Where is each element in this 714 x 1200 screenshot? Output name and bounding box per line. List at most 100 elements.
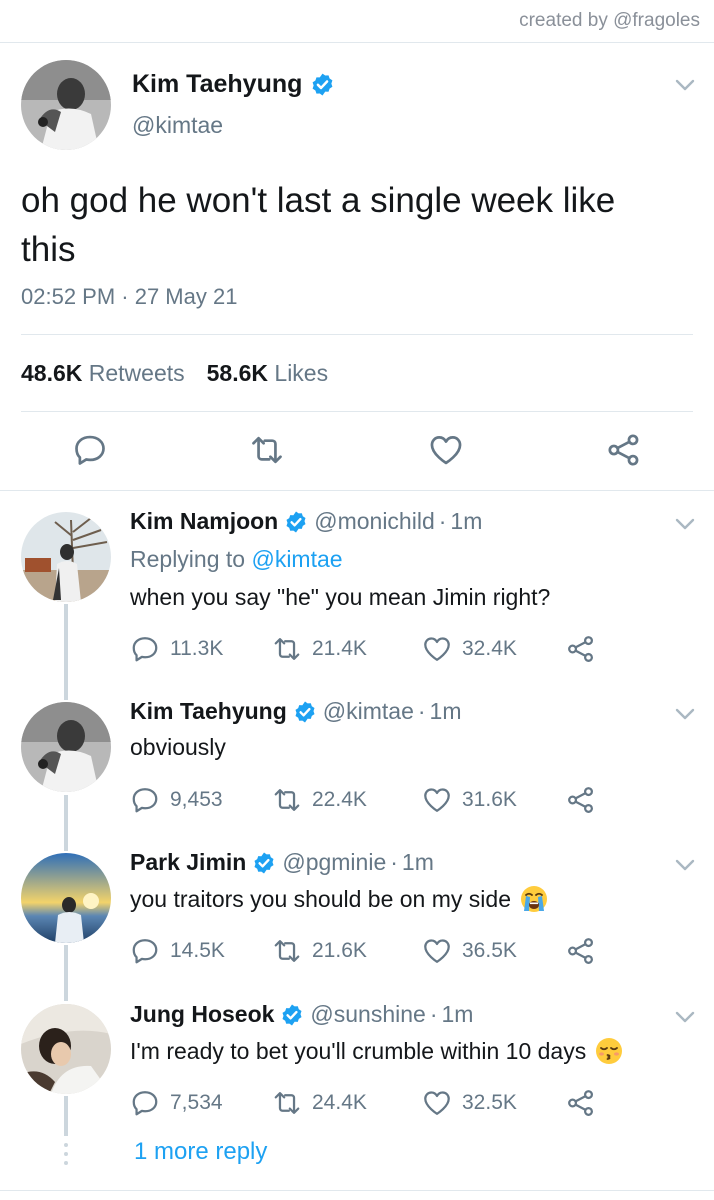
- divider: [21, 334, 693, 335]
- reply-text-row: I'm ready to bet you'll crumble within 1…: [130, 1036, 624, 1066]
- retweet-icon: [272, 936, 302, 966]
- separator: ·: [438, 508, 447, 534]
- heart-icon: [422, 936, 452, 966]
- author-name[interactable]: Kim Taehyung: [132, 70, 302, 99]
- retweet-count: 21.4K: [312, 637, 367, 660]
- credit-text: created by @fragoles: [519, 10, 700, 31]
- chevron-down-icon[interactable]: [672, 705, 698, 723]
- replying-label: Replying to: [130, 546, 246, 572]
- author-handle[interactable]: @pgminie: [282, 849, 386, 876]
- chevron-down-icon[interactable]: [672, 1008, 698, 1026]
- thread-line: [64, 604, 68, 700]
- retweets-stat[interactable]: 48.6K Retweets: [21, 360, 185, 387]
- reply-icon: [130, 1088, 160, 1118]
- reply-text: I'm ready to bet you'll crumble within 1…: [130, 1037, 587, 1064]
- like-count: 32.4K: [462, 637, 517, 660]
- retweet-button[interactable]: 22.4K: [272, 785, 367, 815]
- divider: [0, 1190, 714, 1191]
- reply-time[interactable]: 1m: [442, 1001, 474, 1028]
- retweet-icon: [272, 1088, 302, 1118]
- reply-header: Kim Namjoon @monichild · 1m: [130, 508, 482, 535]
- retweet-button[interactable]: 21.4K: [272, 634, 367, 664]
- more-replies-link[interactable]: 1 more reply: [134, 1138, 267, 1166]
- retweet-icon: [272, 634, 302, 664]
- reply-actions: 11.3K 21.4K 32.4K: [130, 634, 600, 664]
- reply-icon: [130, 634, 160, 664]
- verified-badge-icon: [280, 1003, 304, 1027]
- author-name[interactable]: Kim Taehyung: [130, 698, 287, 725]
- author-name[interactable]: Kim Namjoon: [130, 508, 278, 535]
- heart-icon[interactable]: [428, 432, 464, 468]
- reply-time[interactable]: 1m: [402, 849, 434, 876]
- heart-icon: [422, 785, 452, 815]
- reply-button[interactable]: 11.3K: [130, 634, 223, 664]
- share-button[interactable]: [566, 936, 596, 966]
- share-button[interactable]: [566, 785, 596, 815]
- reply-count: 14.5K: [170, 939, 225, 962]
- chevron-down-icon[interactable]: [672, 515, 698, 533]
- divider: [21, 411, 693, 412]
- like-button[interactable]: 32.5K: [422, 1088, 517, 1118]
- author-handle[interactable]: @kimtae: [132, 112, 223, 139]
- replying-to: Replying to @kimtae: [130, 546, 343, 573]
- share-button[interactable]: [566, 634, 596, 664]
- avatar[interactable]: [21, 60, 111, 150]
- reply-icon[interactable]: [72, 432, 108, 468]
- loudly-crying-face-icon: [520, 886, 547, 912]
- retweet-button[interactable]: 24.4K: [272, 1088, 367, 1118]
- share-icon: [566, 1088, 596, 1118]
- reply-count: 7,534: [170, 1091, 223, 1114]
- reply-button[interactable]: 9,453: [130, 785, 223, 815]
- retweet-button[interactable]: 21.6K: [272, 936, 367, 966]
- header-divider: [0, 42, 714, 43]
- author-handle[interactable]: @kimtae: [323, 698, 414, 725]
- reply-header: Kim Taehyung @kimtae · 1m: [130, 698, 461, 725]
- reply-icon: [130, 785, 160, 815]
- verified-badge-icon: [252, 851, 276, 875]
- like-button[interactable]: 32.4K: [422, 634, 517, 664]
- like-button[interactable]: 36.5K: [422, 936, 517, 966]
- avatar[interactable]: [21, 1004, 111, 1094]
- share-icon[interactable]: [606, 432, 642, 468]
- like-count: 36.5K: [462, 939, 517, 962]
- avatar[interactable]: [21, 853, 111, 943]
- thread-line: [64, 945, 68, 1001]
- verified-badge-icon: [310, 72, 335, 97]
- chevron-down-icon[interactable]: [672, 76, 698, 94]
- reply-text: obviously: [130, 734, 226, 760]
- tweet-timestamp[interactable]: 02:52 PM · 27 May 21: [21, 284, 237, 310]
- avatar[interactable]: [21, 512, 111, 602]
- chevron-down-icon[interactable]: [672, 856, 698, 874]
- author-name[interactable]: Park Jimin: [130, 849, 246, 876]
- author-handle[interactable]: @sunshine: [310, 1001, 425, 1028]
- author-name[interactable]: Jung Hoseok: [130, 1001, 274, 1028]
- author-name-row[interactable]: Kim Taehyung: [132, 70, 335, 99]
- separator: ·: [390, 849, 398, 875]
- like-button[interactable]: 31.6K: [422, 785, 517, 815]
- reply-time[interactable]: 1m: [450, 508, 482, 535]
- likes-stat[interactable]: 58.6K Likes: [207, 360, 328, 387]
- avatar[interactable]: [21, 702, 111, 792]
- more-dots-icon: [64, 1143, 68, 1165]
- like-count: 32.5K: [462, 1091, 517, 1114]
- share-icon: [566, 785, 596, 815]
- reply-time[interactable]: 1m: [430, 698, 462, 725]
- verified-badge-icon: [293, 700, 317, 724]
- share-button[interactable]: [566, 1088, 596, 1118]
- reply-button[interactable]: 7,534: [130, 1088, 223, 1118]
- kissing-face-icon: [596, 1038, 623, 1064]
- author-handle[interactable]: @monichild: [314, 508, 435, 535]
- tweet-stats: 48.6K Retweets 58.6K Likes: [21, 360, 328, 387]
- reply-button[interactable]: 14.5K: [130, 936, 225, 966]
- retweets-label: Retweets: [88, 360, 185, 386]
- reply-header: Jung Hoseok @sunshine · 1m: [130, 1001, 473, 1028]
- thread-line: [64, 1096, 68, 1136]
- replying-handle-link[interactable]: @kimtae: [251, 546, 342, 572]
- tweet-text: oh god he won't last a single week like …: [21, 181, 616, 269]
- retweet-icon[interactable]: [249, 432, 285, 468]
- reply-count: 11.3K: [170, 637, 224, 660]
- reply-text: when you say "he" you mean Jimin right?: [130, 584, 551, 610]
- reply-text: you traitors you should be on my side: [130, 885, 511, 912]
- heart-icon: [422, 1088, 452, 1118]
- likes-label: Likes: [274, 360, 329, 386]
